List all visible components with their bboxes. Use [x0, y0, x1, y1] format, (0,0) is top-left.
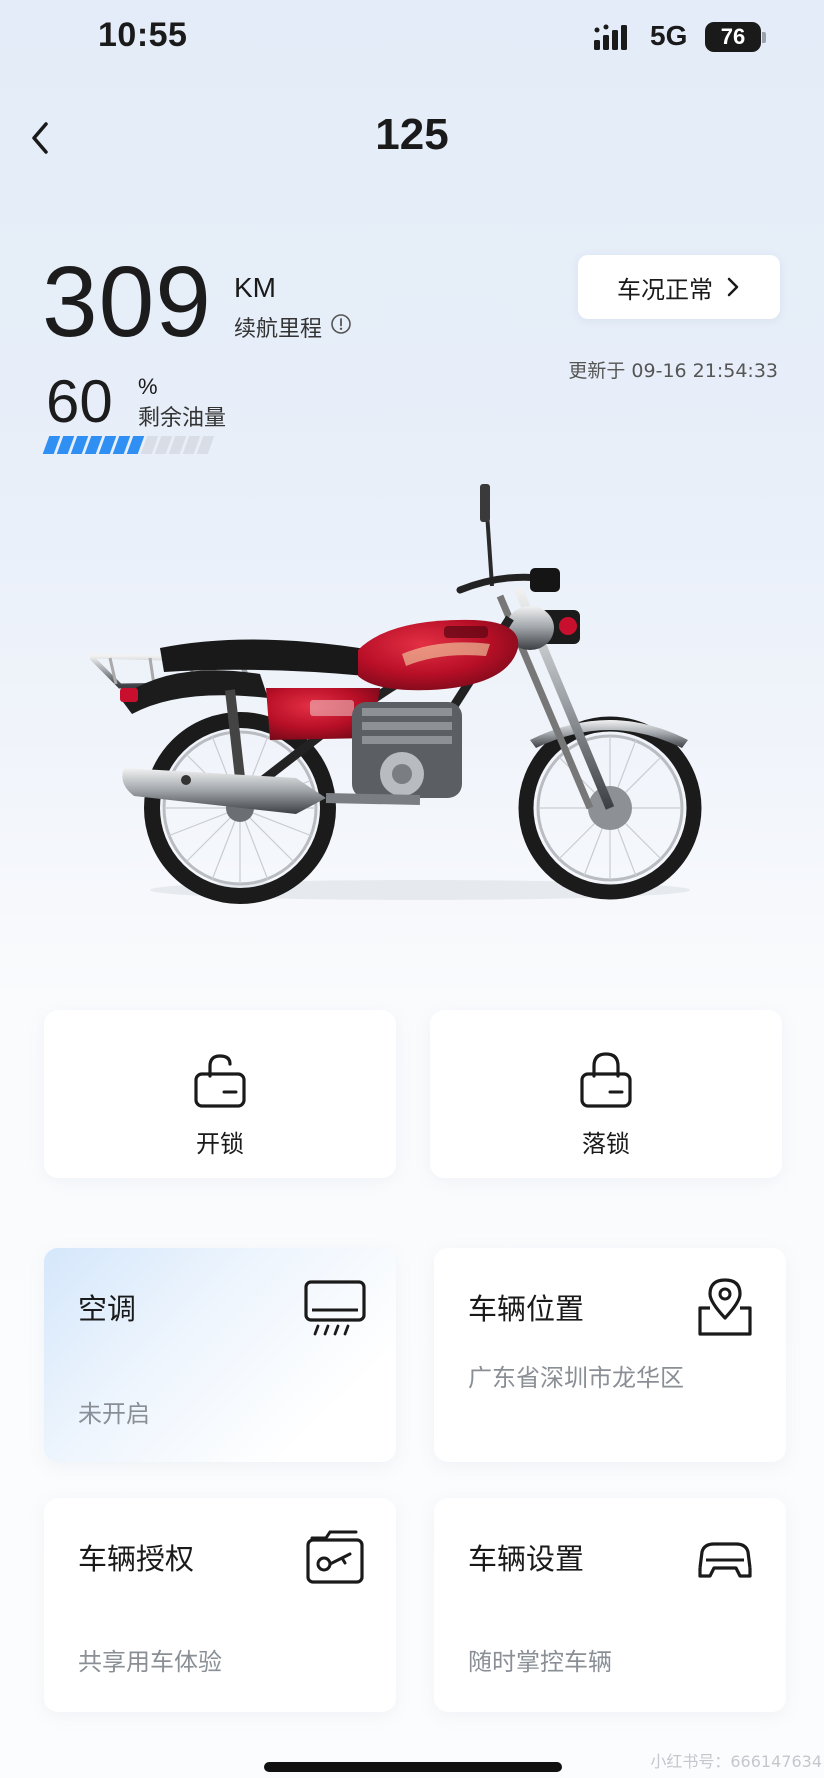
watermark: 小红书号：666147634	[650, 1752, 822, 1771]
air-conditioner-card[interactable]: 空调 未开启	[44, 1248, 396, 1462]
vehicle-settings-card[interactable]: 车辆设置 随时掌控车辆	[434, 1498, 786, 1712]
page-title: 125	[375, 110, 449, 159]
fuel-unit: %	[138, 374, 158, 399]
car-settings-icon	[698, 1542, 752, 1578]
air-conditioner-icon	[304, 1280, 366, 1336]
update-timestamp: 更新于 09-16 21:54:33	[568, 360, 778, 382]
settings-subtitle: 随时掌控车辆	[468, 1648, 612, 1676]
ac-status: 未开启	[78, 1400, 150, 1428]
ac-title: 空调	[78, 1292, 137, 1326]
home-indicator[interactable]	[264, 1762, 562, 1772]
battery-tip	[762, 32, 766, 43]
fuel-value: 60	[46, 368, 113, 435]
location-address: 广东省深圳市龙华区	[468, 1364, 684, 1392]
fuel-label: 剩余油量	[138, 406, 227, 431]
lock-button[interactable]: 落锁	[430, 1010, 782, 1178]
range-value: 309	[42, 246, 212, 358]
fuel-segment	[196, 436, 215, 454]
lock-label: 落锁	[582, 1130, 630, 1158]
motorcycle-image	[90, 484, 702, 904]
settings-title: 车辆设置	[468, 1542, 585, 1576]
unlock-label: 开锁	[196, 1130, 244, 1158]
fuel-level-bar	[42, 436, 215, 454]
vehicle-status-label: 车况正常	[617, 275, 713, 304]
location-map-icon	[698, 1278, 752, 1336]
chevron-right-icon	[727, 277, 739, 297]
vehicle-authorization-card[interactable]: 车辆授权 共享用车体验	[44, 1498, 396, 1712]
info-icon[interactable]	[330, 313, 352, 335]
authorize-subtitle: 共享用车体验	[78, 1648, 222, 1676]
range-unit: KM	[234, 272, 276, 303]
status-time: 10:55	[98, 16, 188, 54]
authorize-title: 车辆授权	[78, 1542, 195, 1576]
location-title: 车辆位置	[468, 1292, 585, 1326]
unlock-icon	[194, 1054, 246, 1108]
signal-icon	[594, 24, 627, 50]
unlock-button[interactable]: 开锁	[44, 1010, 396, 1178]
vehicle-location-card[interactable]: 车辆位置 广东省深圳市龙华区	[434, 1248, 786, 1462]
key-icon	[306, 1530, 364, 1584]
network-type: 5G	[650, 20, 688, 51]
status-bar: 10:55 5G 76	[0, 0, 824, 78]
vehicle-status-button[interactable]: 车况正常	[578, 255, 780, 319]
battery-icon: 76	[705, 22, 761, 52]
range-label: 续航里程	[234, 317, 323, 342]
lock-icon	[580, 1052, 632, 1108]
